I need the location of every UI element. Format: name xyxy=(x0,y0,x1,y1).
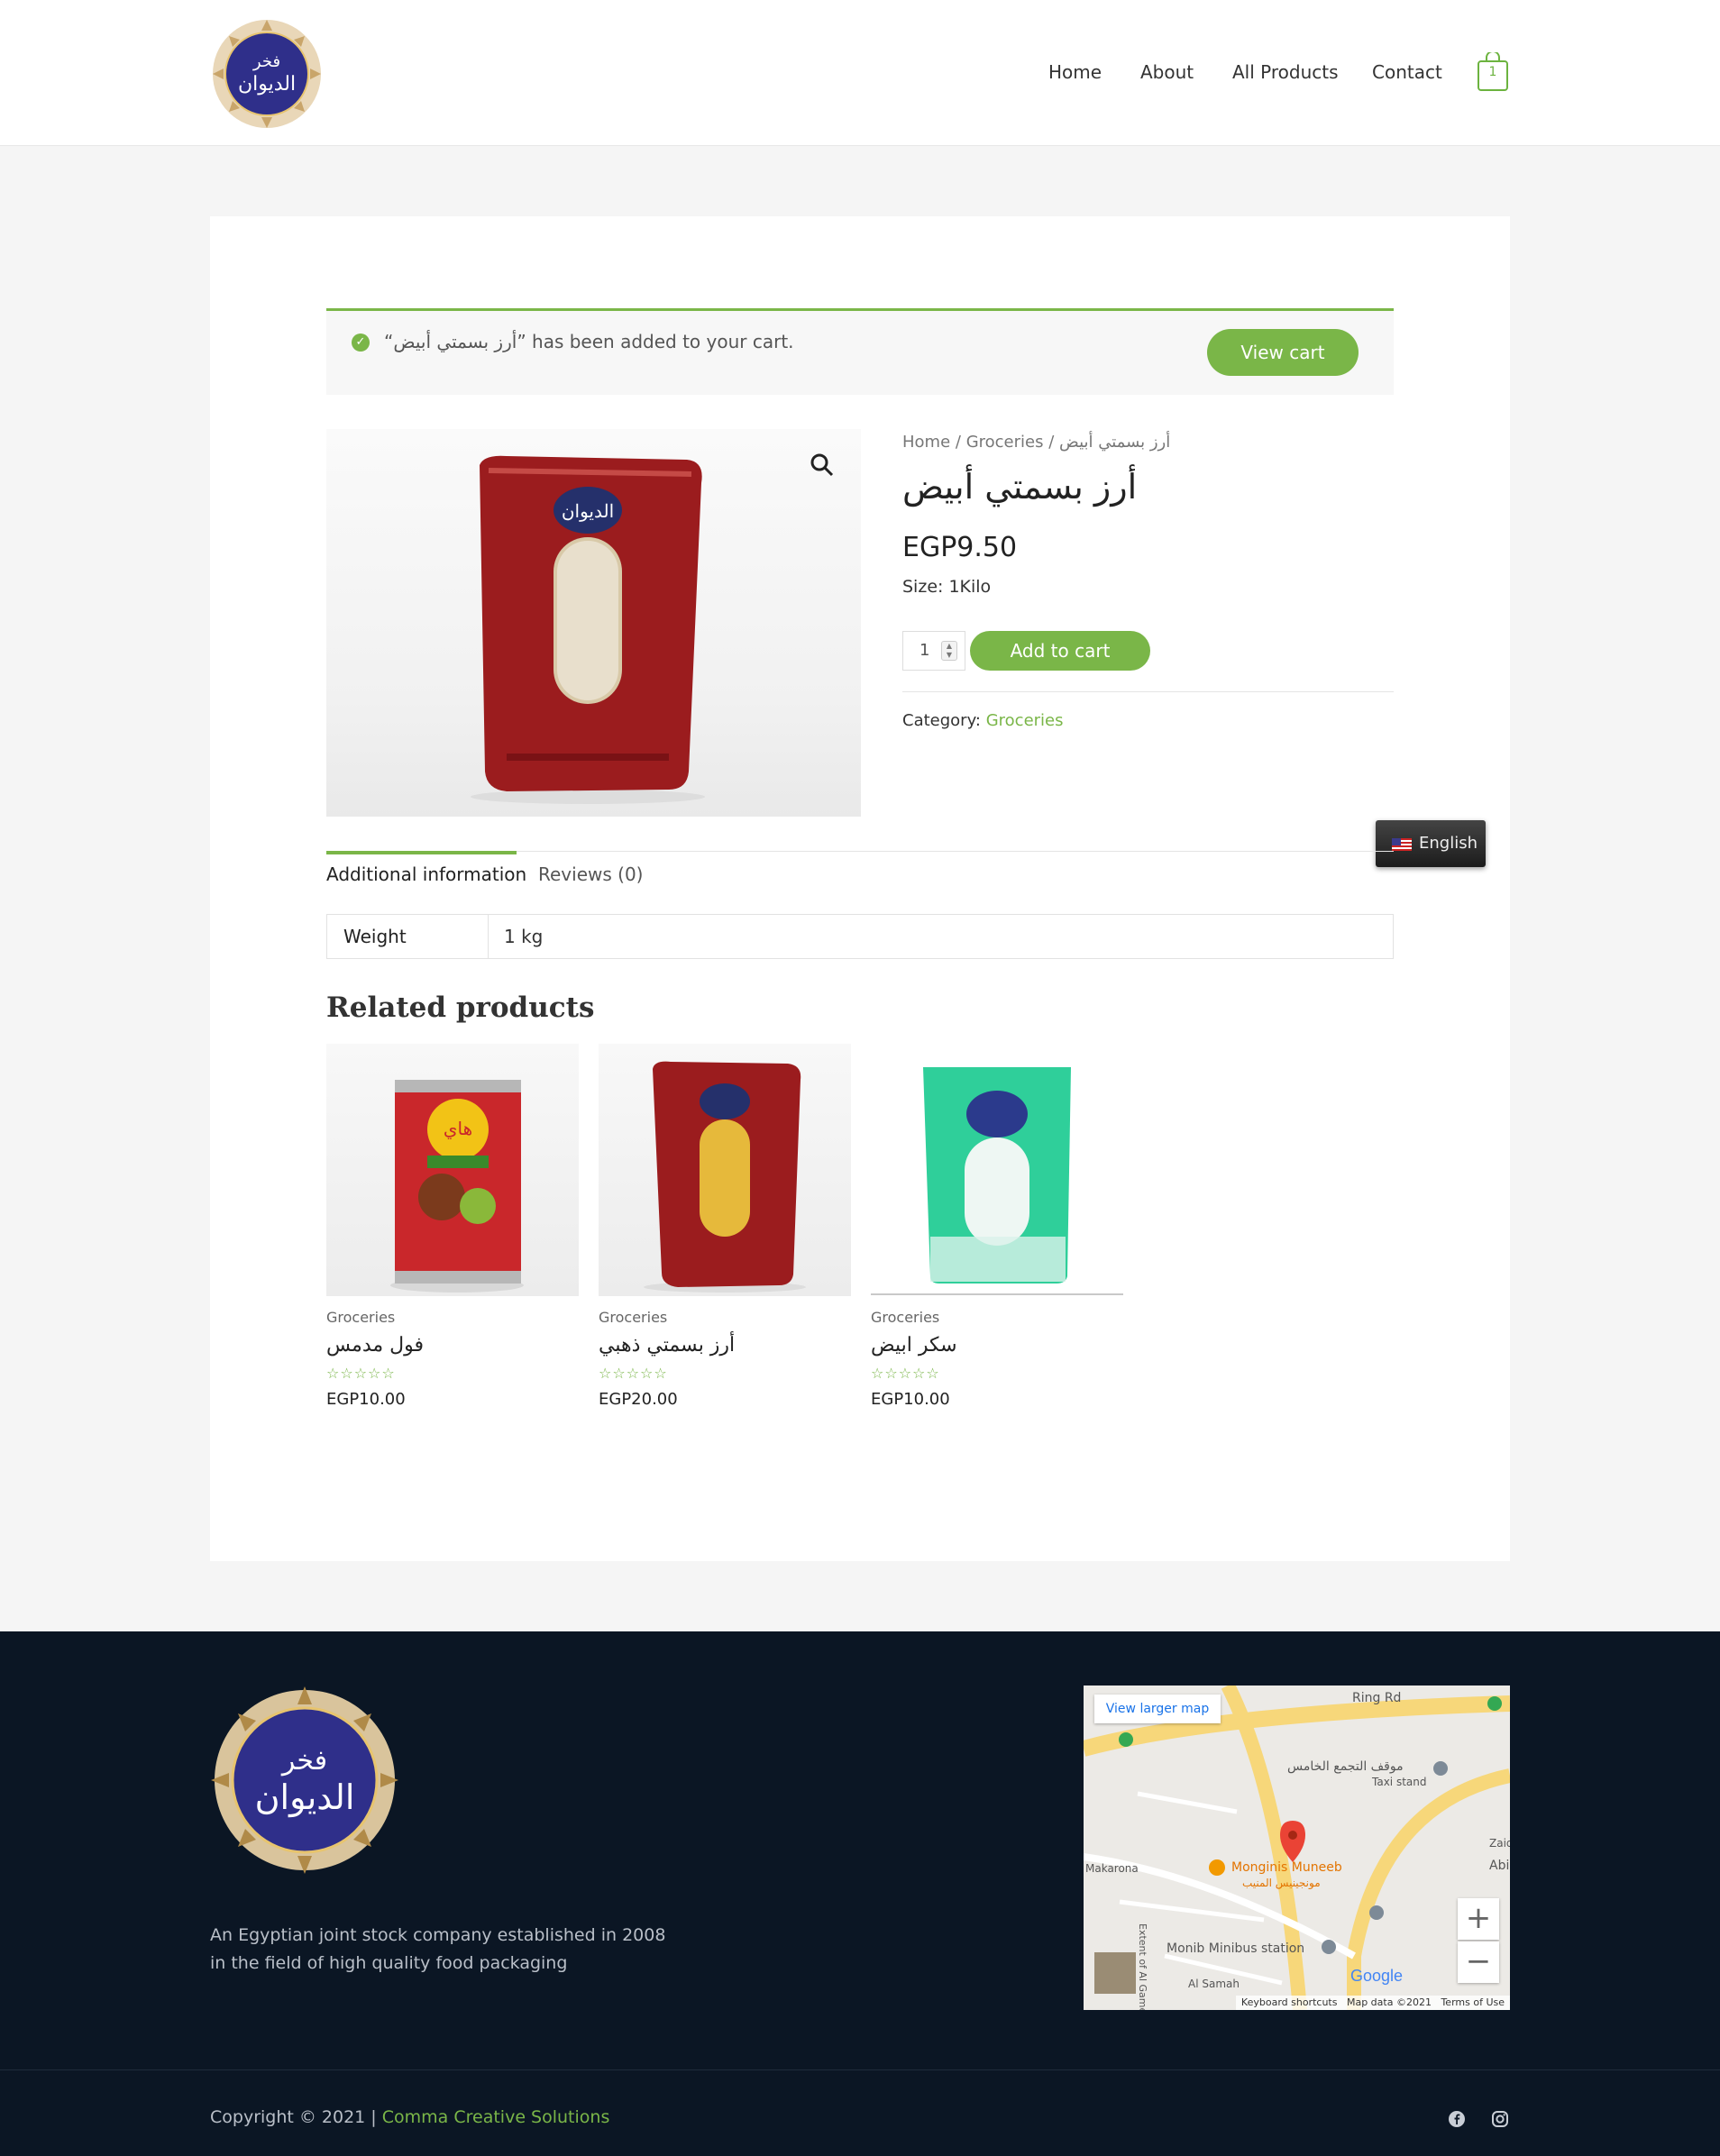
language-switcher[interactable]: English xyxy=(1376,820,1486,867)
related-product-category: Groceries xyxy=(871,1309,940,1326)
cart-count[interactable]: 1 xyxy=(1477,65,1509,79)
map-data: Map data ©2021 xyxy=(1346,1996,1432,2008)
svg-text:فخر: فخر xyxy=(280,1745,327,1777)
attributes-table: Weight 1 kg xyxy=(326,914,1394,959)
view-cart-button[interactable]: View cart xyxy=(1207,329,1359,376)
attribute-value: 1 kg xyxy=(504,926,544,947)
related-product-name[interactable]: سكر ابيض xyxy=(871,1334,957,1357)
svg-text:الديوان: الديوان xyxy=(255,1777,355,1818)
product-title: أرز بسمتي أبيض xyxy=(902,467,1138,507)
map-label: موقف التجمع الخامس xyxy=(1287,1759,1404,1774)
map-label: Abi xyxy=(1489,1859,1510,1873)
add-to-cart-button[interactable]: Add to cart xyxy=(970,631,1150,671)
embedded-map[interactable]: Google View larger map Ring Rd موقف التج… xyxy=(1084,1686,1510,2010)
related-products-title: Related products xyxy=(326,991,595,1024)
nav-all-products[interactable]: All Products xyxy=(1232,61,1339,83)
breadcrumb-current: أرز بسمتي أبيض xyxy=(1059,433,1171,452)
map-label: Monib Minibus station xyxy=(1166,1941,1305,1956)
map-label: مونجينيس المنيب xyxy=(1242,1877,1321,1889)
related-product-name[interactable]: فول مدمس xyxy=(326,1334,424,1357)
site-logo[interactable]: فخر الديوان xyxy=(210,18,324,130)
facebook-icon[interactable] xyxy=(1448,2110,1466,2128)
related-product-price: EGP10.00 xyxy=(326,1390,406,1409)
footer-divider xyxy=(0,2069,1720,2070)
map-label: Makarona xyxy=(1085,1862,1139,1875)
map-label: Ring Rd xyxy=(1352,1691,1402,1705)
attribute-divider xyxy=(488,915,489,958)
instagram-icon[interactable] xyxy=(1491,2110,1509,2128)
footer-logo[interactable]: فخر الديوان xyxy=(210,1686,399,1875)
product-category: Category: Groceries xyxy=(902,711,1064,730)
nav-contact[interactable]: Contact xyxy=(1372,61,1442,83)
map-keyboard-shortcuts[interactable]: Keyboard shortcuts xyxy=(1241,1996,1338,2008)
quantity-stepper[interactable]: ▲ ▼ xyxy=(941,641,957,661)
svg-text:Google: Google xyxy=(1350,1967,1403,1985)
view-larger-map-link[interactable]: View larger map xyxy=(1094,1695,1221,1723)
category-label: Category: xyxy=(902,711,981,730)
copyright-text: Copyright © 2021 | xyxy=(210,2107,382,2127)
notice-message: “أرز بسمتي أبيض” has been added to your … xyxy=(384,331,794,352)
star-rating: ☆☆☆☆☆ xyxy=(871,1365,940,1382)
category-link[interactable]: Groceries xyxy=(986,711,1064,730)
flag-us-icon xyxy=(1392,838,1412,851)
svg-text:فخر: فخر xyxy=(252,52,280,71)
copyright: Copyright © 2021 | Comma Creative Soluti… xyxy=(210,2107,609,2127)
quantity-value: 1 xyxy=(919,641,930,660)
related-product-category: Groceries xyxy=(326,1309,396,1326)
related-product-category: Groceries xyxy=(599,1309,668,1326)
related-product-name[interactable]: أرز بسمتي ذهبي xyxy=(599,1334,735,1357)
breadcrumb: Home / Groceries / أرز بسمتي أبيض xyxy=(902,433,1171,452)
breadcrumb-home[interactable]: Home xyxy=(902,433,950,452)
map-label: Al Samah xyxy=(1188,1978,1240,1990)
svg-text:الديوان: الديوان xyxy=(238,73,296,96)
breadcrumb-groceries[interactable]: Groceries xyxy=(966,433,1044,452)
nav-home[interactable]: Home xyxy=(1048,61,1102,83)
product-image[interactable]: الديوان xyxy=(326,429,861,817)
map-label: Extent of Al Gamel xyxy=(1137,1923,1148,2010)
divider xyxy=(902,691,1394,692)
star-rating: ☆☆☆☆☆ xyxy=(599,1365,668,1382)
site-footer: فخر الديوان An Egyptian joint stock comp… xyxy=(0,1631,1720,2156)
check-icon: ✓ xyxy=(352,333,370,352)
map-label: Zaid xyxy=(1489,1837,1510,1850)
map-label: Taxi stand xyxy=(1372,1776,1427,1788)
related-product-image[interactable] xyxy=(871,1044,1123,1296)
product-size: Size: 1Kilo xyxy=(902,577,992,597)
attribute-label: Weight xyxy=(343,926,407,947)
svg-text:هاي: هاي xyxy=(444,1118,472,1140)
copyright-link[interactable]: Comma Creative Solutions xyxy=(382,2107,610,2127)
zoom-out-icon[interactable]: − xyxy=(1458,1941,1499,1983)
related-product-price: EGP10.00 xyxy=(871,1390,950,1409)
zoom-icon[interactable] xyxy=(810,452,835,478)
product-price: EGP9.50 xyxy=(902,532,1018,563)
map-terms[interactable]: Terms of Use xyxy=(1441,1996,1505,2008)
tab-active-indicator xyxy=(326,851,517,854)
quantity-input[interactable]: 1 ▲ ▼ xyxy=(902,631,965,671)
map-label: Monginis Muneeb xyxy=(1231,1860,1342,1875)
language-label: English xyxy=(1419,834,1478,853)
footer-description: An Egyptian joint stock company establis… xyxy=(210,1925,666,1973)
site-header: فخر الديوان Home About All Products Cont… xyxy=(0,0,1720,146)
map-attribution: Keyboard shortcuts Map data ©2021 Terms … xyxy=(1235,1996,1510,2010)
zoom-in-icon[interactable]: + xyxy=(1458,1898,1499,1940)
related-product-image[interactable]: هاي xyxy=(326,1044,579,1296)
svg-text:الديوان: الديوان xyxy=(562,500,614,522)
tab-reviews[interactable]: Reviews (0) xyxy=(538,863,643,885)
main-content xyxy=(210,216,1510,1561)
tab-additional-information[interactable]: Additional information xyxy=(326,863,526,885)
related-product-price: EGP20.00 xyxy=(599,1390,678,1409)
star-rating: ☆☆☆☆☆ xyxy=(326,1365,396,1382)
cart-notice: ✓ “أرز بسمتي أبيض” has been added to you… xyxy=(326,308,1394,395)
related-product-image[interactable] xyxy=(599,1044,851,1296)
nav-about[interactable]: About xyxy=(1140,61,1194,83)
